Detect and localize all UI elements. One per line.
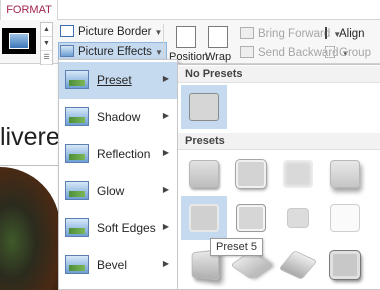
preset-thumbnail (283, 160, 313, 188)
preset-5[interactable] (181, 196, 227, 240)
tab-format[interactable]: FORMAT (0, 0, 58, 20)
soft-edges-effect-icon (65, 218, 89, 237)
preset-6[interactable] (228, 196, 274, 240)
no-presets-header: No Presets (178, 66, 380, 83)
ribbon-body: ▲ ▼ ☰ Picture Border ▼ Picture Effects ▼ P… (0, 20, 380, 82)
presets-header: Presets (178, 133, 380, 150)
group-icon (325, 46, 335, 58)
wrap-label: Wrap (205, 51, 232, 63)
preset-thumbnail (287, 208, 309, 228)
menu-item-preset[interactable]: Preset ▶ (59, 62, 177, 99)
preset-8[interactable] (322, 196, 368, 240)
chevron-right-icon: ▶ (162, 74, 169, 83)
menu-item-reflection[interactable]: Reflection ▶ (59, 136, 177, 173)
menu-item-label: Shadow (97, 110, 141, 124)
gallery-up-icon[interactable]: ▲ (41, 23, 52, 37)
picture-border-icon (60, 25, 74, 37)
preset-7[interactable] (275, 196, 321, 240)
group-label: Group (339, 47, 371, 59)
picture-effects-button[interactable]: Picture Effects ▼ (58, 42, 167, 60)
chevron-right-icon: ▶ (162, 148, 169, 157)
gallery-more-icon[interactable]: ☰ (41, 51, 52, 65)
position-icon (176, 26, 196, 48)
picture-effects-menu: Preset ▶ Shadow ▶ Reflection ▶ Glow ▶ So… (58, 59, 178, 290)
preset-thumbnail (189, 93, 219, 121)
chevron-right-icon: ▶ (162, 185, 169, 194)
preset-effect-icon (65, 70, 89, 89)
bring-forward-icon (240, 27, 254, 39)
preset-thumbnail (278, 250, 318, 280)
menu-item-shadow[interactable]: Shadow ▶ (59, 99, 177, 136)
preset-thumbnail (330, 251, 360, 279)
send-backward-icon (240, 46, 254, 58)
ribbon-tab-bar: FORMAT (0, 0, 380, 20)
presets-submenu: No Presets Presets (177, 64, 380, 290)
preset-thumbnail (236, 204, 266, 232)
preset-3[interactable] (275, 152, 321, 196)
wrap-text-button[interactable]: Wrap (205, 26, 231, 63)
menu-item-label: Bevel (97, 258, 128, 272)
reflection-effect-icon (65, 144, 89, 163)
menu-item-label: Preset (97, 73, 132, 87)
wrap-text-icon (208, 26, 228, 48)
shadow-effect-icon (65, 107, 89, 126)
preset-thumbnail (189, 204, 219, 232)
document-picture[interactable] (0, 167, 60, 290)
menu-item-bevel[interactable]: Bevel ▶ (59, 247, 177, 284)
position-button[interactable]: Position (169, 26, 208, 63)
preset-thumbnail (236, 160, 266, 188)
align-label: Align (339, 28, 365, 40)
menu-item-label: Reflection (97, 147, 151, 161)
preset-11[interactable] (275, 243, 321, 287)
document-text: livere (0, 123, 60, 151)
preset-thumbnail (189, 160, 219, 188)
picture-effects-label: Picture Effects (78, 46, 152, 58)
picture-border-label: Picture Border (78, 26, 152, 38)
preset-thumbnail (330, 160, 360, 188)
picture-effects-icon (60, 45, 74, 57)
group-button[interactable]: Group (325, 44, 371, 62)
align-icon (325, 27, 335, 39)
menu-item-glow[interactable]: Glow ▶ (59, 173, 177, 210)
picture-style-preview (9, 33, 29, 49)
picture-border-button[interactable]: Picture Border ▼ (60, 23, 162, 41)
preset-1[interactable] (181, 152, 227, 196)
gallery-down-icon[interactable]: ▼ (41, 37, 52, 51)
glow-effect-icon (65, 181, 89, 200)
menu-item-soft-edges[interactable]: Soft Edges ▶ (59, 210, 177, 247)
menu-item-label: Soft Edges (97, 221, 156, 235)
chevron-right-icon: ▶ (162, 259, 169, 268)
chevron-right-icon: ▶ (162, 222, 169, 231)
chevron-right-icon: ▶ (162, 111, 169, 120)
bring-forward-label: Bring Forward (258, 28, 331, 40)
preset-tooltip: Preset 5 (210, 238, 263, 256)
preset-4[interactable] (322, 152, 368, 196)
preset-thumbnail (330, 204, 360, 232)
align-button[interactable]: Align (325, 25, 365, 43)
ribbon-separator (163, 24, 164, 64)
chevron-down-icon: ▼ (154, 48, 163, 57)
preset-12[interactable] (322, 243, 368, 287)
preset-none[interactable] (181, 85, 227, 129)
menu-item-label: Glow (97, 184, 125, 198)
chevron-down-icon: ▼ (154, 28, 163, 37)
preset-2[interactable] (228, 152, 274, 196)
picture-style-thumbnail[interactable] (2, 28, 36, 54)
bevel-effect-icon (65, 255, 89, 274)
